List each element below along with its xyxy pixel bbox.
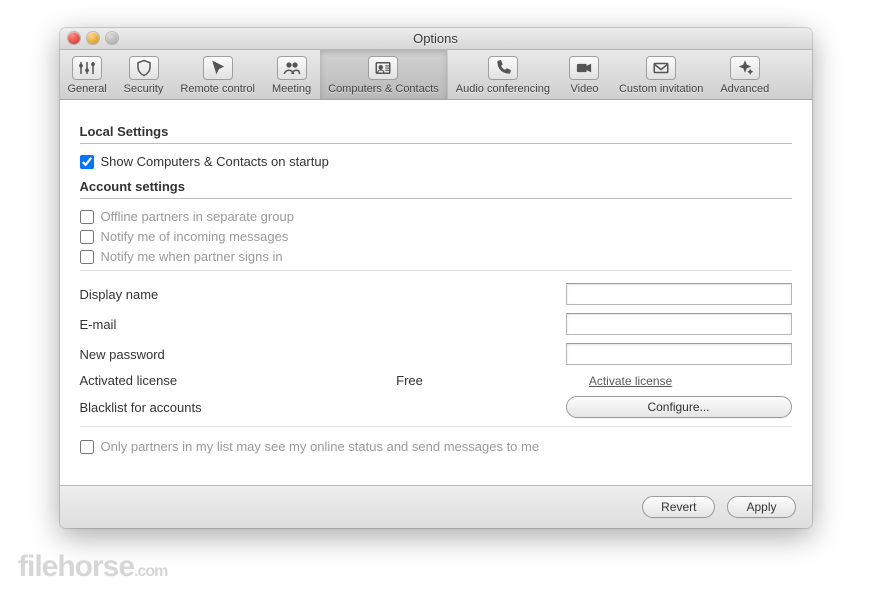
local-settings-heading: Local Settings	[80, 124, 792, 144]
configure-blacklist-button[interactable]: Configure...	[566, 396, 792, 418]
display-name-label: Display name	[80, 287, 350, 302]
tab-label: General	[68, 83, 107, 95]
divider	[80, 270, 792, 271]
tab-security[interactable]: Security	[116, 50, 173, 99]
tab-label: Computers & Contacts	[328, 83, 439, 95]
tab-custom-invitation[interactable]: Custom invitation	[611, 50, 712, 99]
email-row: E-mail	[80, 313, 792, 335]
offline-partners-checkbox[interactable]	[80, 210, 94, 224]
only-partners-checkbox[interactable]	[80, 440, 94, 454]
titlebar: Options	[60, 28, 812, 50]
envelope-icon	[646, 56, 676, 80]
tab-advanced[interactable]: Advanced	[712, 50, 778, 99]
toolbar: General Security Remote control Meeting …	[60, 50, 812, 100]
checkbox-label: Notify me when partner signs in	[101, 249, 283, 264]
email-input[interactable]	[566, 313, 792, 335]
activate-license-link[interactable]: Activate license	[589, 374, 672, 388]
new-password-row: New password	[80, 343, 792, 365]
footer: Revert Apply	[60, 485, 812, 528]
zoom-button[interactable]	[106, 32, 118, 44]
activated-license-row: Activated license Free Activate license	[80, 373, 792, 388]
minimize-button[interactable]	[87, 32, 99, 44]
tab-label: Video	[571, 83, 599, 95]
checkbox-label: Show Computers & Contacts on startup	[101, 154, 329, 169]
activated-license-value: Free	[350, 373, 470, 388]
notify-signin-checkbox[interactable]	[80, 250, 94, 264]
email-label: E-mail	[80, 317, 350, 332]
tab-label: Advanced	[720, 83, 769, 95]
window-controls	[68, 32, 118, 44]
tab-video[interactable]: Video	[559, 50, 611, 99]
offline-partners-row[interactable]: Offline partners in separate group	[80, 209, 792, 224]
show-on-startup-row[interactable]: Show Computers & Contacts on startup	[80, 154, 792, 169]
notify-signin-row[interactable]: Notify me when partner signs in	[80, 249, 792, 264]
new-password-input[interactable]	[566, 343, 792, 365]
watermark-domain: .com	[134, 563, 167, 580]
checkbox-label: Offline partners in separate group	[101, 209, 294, 224]
revert-button[interactable]: Revert	[642, 496, 715, 518]
tab-label: Remote control	[180, 83, 255, 95]
show-on-startup-checkbox[interactable]	[80, 155, 94, 169]
apply-button[interactable]: Apply	[727, 496, 795, 518]
tab-general[interactable]: General	[60, 50, 116, 99]
tab-computers-contacts[interactable]: Computers & Contacts	[320, 50, 448, 99]
window-title: Options	[413, 31, 458, 46]
only-partners-row[interactable]: Only partners in my list may see my onli…	[80, 439, 792, 454]
account-settings-heading: Account settings	[80, 179, 792, 199]
cursor-icon	[203, 56, 233, 80]
blacklist-label: Blacklist for accounts	[80, 400, 350, 415]
notify-incoming-checkbox[interactable]	[80, 230, 94, 244]
display-name-input[interactable]	[566, 283, 792, 305]
close-button[interactable]	[68, 32, 80, 44]
sliders-icon	[72, 56, 102, 80]
tab-audio-conferencing[interactable]: Audio conferencing	[448, 50, 559, 99]
tab-label: Security	[124, 83, 164, 95]
video-icon	[569, 56, 599, 80]
activated-license-label: Activated license	[80, 373, 350, 388]
tab-meeting[interactable]: Meeting	[264, 50, 320, 99]
tab-label: Meeting	[272, 83, 311, 95]
sparkle-icon	[730, 56, 760, 80]
contact-card-icon	[368, 56, 398, 80]
tab-label: Audio conferencing	[456, 83, 550, 95]
checkbox-label: Notify me of incoming messages	[101, 229, 289, 244]
tab-remote-control[interactable]: Remote control	[172, 50, 264, 99]
notify-incoming-row[interactable]: Notify me of incoming messages	[80, 229, 792, 244]
watermark: filehorse.com	[18, 550, 167, 584]
options-window: Options General Security Remote control …	[60, 28, 812, 528]
phone-icon	[488, 56, 518, 80]
divider	[80, 426, 792, 427]
tab-label: Custom invitation	[619, 83, 703, 95]
display-name-row: Display name	[80, 283, 792, 305]
content-pane: Local Settings Show Computers & Contacts…	[60, 100, 812, 485]
watermark-text: filehorse	[18, 550, 134, 583]
new-password-label: New password	[80, 347, 350, 362]
blacklist-row: Blacklist for accounts Configure...	[80, 396, 792, 418]
people-icon	[277, 56, 307, 80]
shield-icon	[129, 56, 159, 80]
checkbox-label: Only partners in my list may see my onli…	[101, 439, 540, 454]
